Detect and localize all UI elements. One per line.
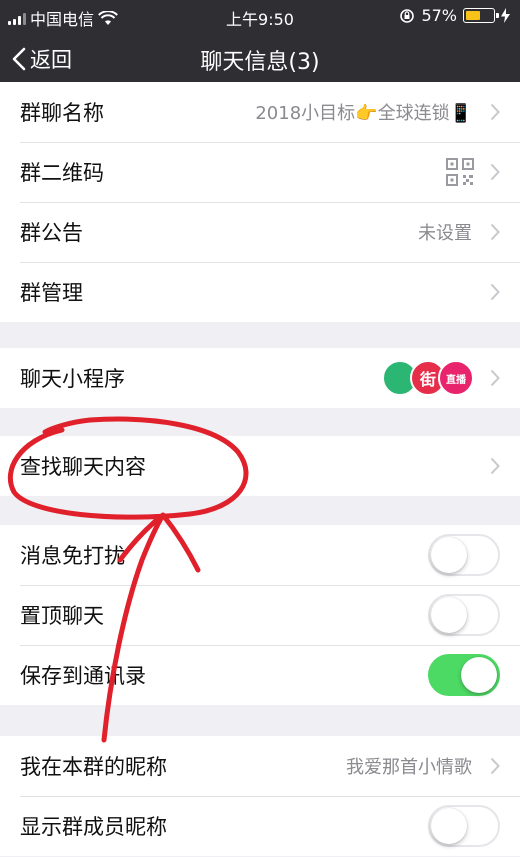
save-to-contacts-label: 保存到通讯录 [20,664,146,688]
group-name-value: 2018小目标👉全球连锁📱 [255,103,472,124]
charging-icon [501,8,510,23]
chat-settings-section: 消息免打扰 置顶聊天 保存到通讯录 [0,525,520,705]
group-qr-code-row[interactable]: 群二维码 [0,142,520,202]
search-section: 查找聊天内容 [0,436,520,496]
top-bar: 中国电信 上午9:50 57% 返回 聊天信息(3) [0,0,520,89]
group-announcement-label: 群公告 [20,221,83,245]
mini-programs-row[interactable]: 聊天小程序 街直播 [0,348,520,408]
search-chat-row[interactable]: 查找聊天内容 [0,436,520,496]
navigation-bar: 返回 聊天信息(3) [0,32,520,89]
page-title: 聊天信息(3) [200,50,320,75]
sticky-on-top-label: 置顶聊天 [20,604,104,628]
mute-notifications-label: 消息免打扰 [20,544,125,568]
my-nickname-label: 我在本群的昵称 [20,755,167,779]
show-member-nickname-label: 显示群成员昵称 [20,815,167,839]
mini-programs-section: 聊天小程序 街直播 [0,348,520,408]
group-announcement-value: 未设置 [418,223,472,244]
save-to-contacts-toggle[interactable] [428,654,500,696]
chevron-right-icon [490,369,500,387]
save-to-contacts-row: 保存到通讯录 [0,645,520,705]
chevron-right-icon [490,163,500,181]
sticky-on-top-row: 置顶聊天 [0,585,520,645]
group-name-row[interactable]: 群聊名称 2018小目标👉全球连锁📱 [0,82,520,142]
orientation-lock-icon [400,8,415,23]
group-announcement-row[interactable]: 群公告 未设置 [0,202,520,262]
group-management-row[interactable]: 群管理 [0,262,520,322]
mute-notifications-row: 消息免打扰 [0,525,520,585]
show-member-nickname-toggle[interactable] [428,805,500,847]
sticky-on-top-toggle[interactable] [428,594,500,636]
chevron-right-icon [490,223,500,241]
chevron-right-icon [490,757,500,775]
group-name-label: 群聊名称 [20,101,104,125]
mini-program-icons: 街直播 [382,360,474,396]
chevron-right-icon [490,283,500,301]
qr-code-icon [446,158,474,186]
chevron-right-icon [490,103,500,121]
show-member-nickname-row: 显示群成员昵称 [0,796,520,856]
battery-icon [463,8,499,23]
group-management-label: 群管理 [20,281,83,305]
group-info-section: 群聊名称 2018小目标👉全球连锁📱 群二维码 群公告 未设置 群管理 [0,82,520,322]
my-nickname-row[interactable]: 我在本群的昵称 我爱那首小情歌 [0,736,520,796]
nickname-section: 我在本群的昵称 我爱那首小情歌 显示群成员昵称 [0,736,520,856]
mini-programs-label: 聊天小程序 [20,367,125,391]
battery-percent: 57% [421,6,457,25]
chevron-right-icon [490,457,500,475]
search-chat-label: 查找聊天内容 [20,455,146,479]
mini-program-live-icon: 直播 [438,360,474,396]
status-bar: 中国电信 上午9:50 57% [0,0,520,32]
my-nickname-value: 我爱那首小情歌 [346,757,472,778]
mute-notifications-toggle[interactable] [428,534,500,576]
group-qr-code-label: 群二维码 [20,161,104,185]
